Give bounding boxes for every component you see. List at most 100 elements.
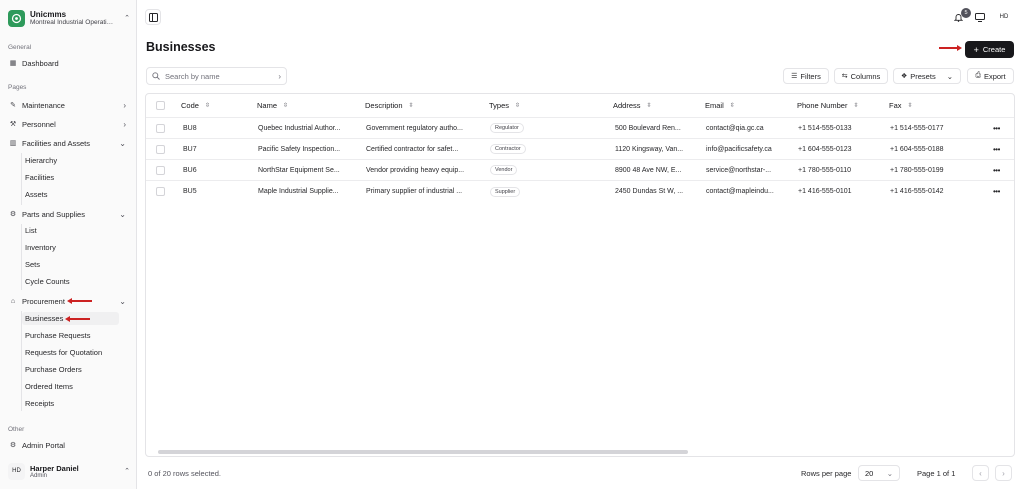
presets-button-label: Presets [910,71,936,81]
sidebar-item-dashboard[interactable]: ▦ Dashboard [8,56,130,70]
sidebar-item-purchase-orders[interactable]: Purchase Orders [22,363,119,376]
chevron-right-icon: › [278,71,281,81]
column-header-code[interactable]: Code ⇳ [181,94,210,117]
row-actions-icon[interactable]: ••• [993,166,1000,175]
column-header-address[interactable]: Address ⇳ [613,94,652,117]
export-button[interactable]: ⎙ Export [967,68,1014,84]
page-indicator: Page 1 of 1 [917,469,956,478]
column-header-fax[interactable]: Fax ⇳ [889,94,913,117]
sidebar-item-facilities[interactable]: Facilities [22,171,119,184]
column-header-label: Email [705,101,724,110]
search-box[interactable]: › [146,67,287,85]
sidebar-item-receipts[interactable]: Receipts [22,397,119,410]
user-menu[interactable]: HD Harper Daniel Admin ⌃ [8,460,130,482]
sidebar-item-admin-portal[interactable]: ⚙ Admin Portal [8,438,130,452]
type-badge: Vendor [490,165,518,175]
sidebar-item-parts-supplies[interactable]: ⚙ Parts and Supplies ⌄ [8,207,130,221]
column-header-description[interactable]: Description ⇳ [365,94,414,117]
sidebar-item-label: Personnel [22,119,56,129]
cell-email: contact@qia.gc.ca [706,124,764,132]
cell-code: BU8 [183,124,197,132]
annotation-arrow [65,316,90,322]
sidebar-item-facilities-assets[interactable]: ▥ Facilities and Assets ⌄ [8,136,130,150]
display-button[interactable] [972,9,988,25]
cell-fax: +1 780-555-0199 [890,166,944,174]
org-subtitle: Montreal Industrial Operations [30,19,115,26]
org-switcher[interactable]: Unicmms Montreal Industrial Operations ⌃ [8,7,130,29]
filters-button[interactable]: ☰ Filters [783,68,829,84]
sidebar-item-cycle-counts[interactable]: Cycle Counts [22,275,119,288]
sidebar-item-hierarchy[interactable]: Hierarchy [22,154,119,167]
sidebar-item-inventory[interactable]: Inventory [22,241,119,254]
table-row[interactable]: BU6 NorthStar Equipment Se... Vendor pro… [146,160,1014,181]
column-header-name[interactable]: Name ⇳ [257,94,288,117]
sort-icon: ⇳ [646,103,652,109]
sidebar-item-label: Maintenance [22,100,65,110]
columns-button-label: Columns [850,71,881,81]
table-row[interactable]: BU5 Maple Industrial Supplie... Primary … [146,181,1014,202]
row-checkbox[interactable] [156,123,165,133]
chevron-right-icon: › [123,100,126,110]
column-header-email[interactable]: Email ⇳ [705,94,735,117]
row-actions-icon[interactable]: ••• [993,187,1000,196]
sidebar-item-assets[interactable]: Assets [22,188,119,201]
sidebar-item-ordered-items[interactable]: Ordered Items [22,380,119,393]
create-button[interactable]: + Create [965,41,1014,58]
sidebar-item-list[interactable]: List [22,224,119,237]
select-all-checkbox[interactable] [156,101,165,110]
sidebar-item-purchase-requests[interactable]: Purchase Requests [22,329,119,342]
horizontal-scrollbar[interactable] [158,450,688,454]
chevron-down-icon: ⌄ [119,296,126,306]
cell-description: Government regulatory autho... [366,124,463,132]
sort-icon: ⇳ [907,103,913,109]
sidebar-item-label: Admin Portal [22,440,65,450]
download-icon: ⎙ [975,72,981,79]
columns-button[interactable]: ⇆ Columns [834,68,888,84]
chevrons-updown-icon: ⌃ [124,15,130,22]
chevron-right-icon: › [1002,468,1005,478]
chevron-right-icon: › [123,119,126,129]
cell-address: 2450 Dundas St W, ... [615,188,684,195]
sort-icon: ⇳ [283,103,289,109]
row-actions-icon[interactable]: ••• [993,124,1000,133]
page-title: Businesses [146,40,216,54]
sidebar-item-label: Parts and Supplies [22,209,85,219]
sidebar-item-label: Facilities and Assets [22,138,90,148]
chevron-left-icon: ‹ [979,468,982,478]
plus-icon: + [973,44,979,55]
row-checkbox[interactable] [156,165,165,175]
avatar[interactable]: HD [995,9,1013,25]
sidebar-item-maintenance[interactable]: ✎ Maintenance › [8,98,130,112]
rows-per-page-select[interactable]: 20 ⌄ [858,465,900,481]
row-checkbox[interactable] [156,144,165,154]
table-row[interactable]: BU7 Pacific Safety Inspection... Certifi… [146,139,1014,160]
table-row[interactable]: BU8 Quebec Industrial Author... Governme… [146,118,1014,139]
section-label-pages: Pages [8,84,27,91]
export-button-label: Export [983,71,1006,81]
sort-icon: ⇳ [408,103,414,109]
submenu-divider [21,311,22,411]
selection-status: 0 of 20 rows selected. [148,469,221,478]
annotation-arrow [67,298,92,304]
sort-icon: ⇳ [515,103,521,109]
next-page-button[interactable]: › [995,465,1012,481]
personnel-icon: ⚒ [9,121,17,128]
sidebar-item-personnel[interactable]: ⚒ Personnel › [8,117,130,131]
search-input[interactable] [165,71,279,81]
row-checkbox[interactable] [156,187,165,196]
sidebar-item-sets[interactable]: Sets [22,258,119,271]
shopping-bag-icon: ⌂ [10,297,16,305]
dashboard-icon: ▦ [9,60,17,67]
column-header-label: Name [257,101,278,110]
row-actions-icon[interactable]: ••• [993,145,1000,154]
businesses-table: Code ⇳ Name ⇳ Description ⇳ Types ⇳ Address ⇳… [145,93,1015,457]
cell-code: BU7 [183,145,197,153]
sidebar-toggle-button[interactable] [145,9,161,25]
column-header-types[interactable]: Types ⇳ [489,94,520,117]
presets-dropdown[interactable]: ❖ Presets ⌄ [893,68,961,84]
chevrons-updown-icon: ⌃ [124,468,130,475]
sidebar-item-requests-for-quotation[interactable]: Requests for Quotation [22,346,119,359]
previous-page-button[interactable]: ‹ [972,465,989,481]
monitor-icon [975,12,985,22]
column-header-phone[interactable]: Phone Number ⇳ [797,94,858,117]
